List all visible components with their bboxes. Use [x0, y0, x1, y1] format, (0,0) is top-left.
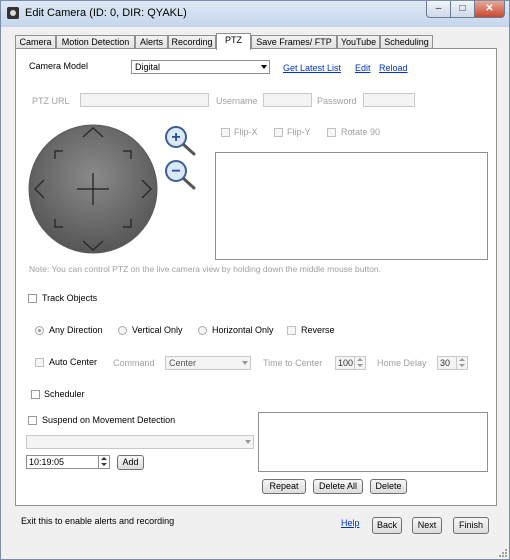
schedule-list[interactable] [258, 412, 488, 472]
repeat-button[interactable]: Repeat [262, 479, 306, 494]
delete-all-button[interactable]: Delete All [313, 479, 363, 494]
scheduler-label: Scheduler [44, 389, 85, 399]
ptz-preset-list[interactable] [215, 152, 488, 260]
tab-youtube[interactable]: YouTube [337, 35, 380, 49]
status-text: Exit this to enable alerts and recording [21, 516, 175, 526]
reverse-label: Reverse [301, 325, 335, 335]
command-select[interactable]: Center [165, 356, 251, 370]
schedule-select[interactable] [26, 435, 254, 449]
chevron-down-icon [245, 440, 251, 444]
title-bar: Edit Camera (ID: 0, DIR: QYAKL) – □ ✕ [1, 1, 509, 27]
tab-camera[interactable]: Camera [15, 35, 56, 49]
tab-motion-detection[interactable]: Motion Detection [56, 35, 135, 49]
window-title: Edit Camera (ID: 0, DIR: QYAKL) [25, 7, 187, 19]
time-value: 10:19:05 [29, 457, 65, 467]
edit-camera-window: Edit Camera (ID: 0, DIR: QYAKL) – □ ✕ Ca… [0, 0, 510, 560]
command-value: Center [169, 358, 197, 368]
maximize-button[interactable]: □ [450, 1, 475, 18]
finish-button[interactable]: Finish [453, 517, 489, 534]
camera-model-value: Digital [135, 62, 161, 72]
time-to-center-label: Time to Center [263, 358, 323, 368]
help-link[interactable]: Help [341, 518, 360, 528]
ptz-url-label: PTZ URL [32, 96, 70, 106]
edit-link[interactable]: Edit [355, 63, 371, 73]
tab-ptz[interactable]: PTZ [216, 33, 251, 50]
back-button[interactable]: Back [372, 517, 402, 534]
flip-y-label: Flip-Y [287, 127, 311, 137]
flip-x-checkbox[interactable] [221, 128, 230, 137]
time-picker[interactable]: 10:19:05 [26, 455, 110, 469]
ptz-note: Note: You can control PTZ on the live ca… [29, 264, 382, 274]
get-latest-list-link[interactable]: Get Latest List [283, 63, 341, 73]
horizontal-only-radio[interactable] [198, 326, 207, 335]
zoom-in-symbol: + [171, 129, 180, 146]
auto-center-checkbox[interactable] [35, 358, 44, 367]
rotate-90-checkbox[interactable] [327, 128, 336, 137]
minimize-button[interactable]: – [426, 1, 451, 18]
track-objects-label: Track Objects [42, 293, 98, 303]
flip-y-checkbox[interactable] [274, 128, 283, 137]
password-field[interactable] [363, 93, 415, 107]
time-to-center-value: 100 [338, 358, 354, 368]
zoom-out-symbol: − [171, 163, 180, 180]
zoom-out-icon[interactable]: − [164, 160, 198, 190]
stepper-arrows-icon[interactable] [354, 357, 365, 369]
suspend-on-movement-label: Suspend on Movement Detection [42, 415, 176, 425]
vertical-only-radio[interactable] [118, 326, 127, 335]
ptz-joystick[interactable] [27, 124, 159, 254]
username-label: Username [216, 96, 258, 106]
reload-link[interactable]: Reload [379, 63, 408, 73]
auto-center-label: Auto Center [49, 357, 98, 367]
time-to-center-stepper[interactable]: 100 [335, 356, 366, 370]
tab-alerts[interactable]: Alerts [135, 35, 168, 49]
password-label: Password [317, 96, 357, 106]
resize-grip-icon[interactable] [497, 547, 508, 558]
flip-x-label: Flip-X [234, 127, 258, 137]
command-label: Command [113, 358, 155, 368]
chevron-down-icon [242, 361, 248, 365]
suspend-on-movement-checkbox[interactable] [28, 416, 37, 425]
home-delay-stepper[interactable]: 30 [437, 356, 468, 370]
close-button[interactable]: ✕ [474, 1, 505, 18]
username-field[interactable] [263, 93, 312, 107]
ptz-url-field[interactable] [80, 93, 209, 107]
stepper-arrows-icon[interactable] [98, 456, 109, 468]
scheduler-checkbox[interactable] [31, 390, 40, 399]
tab-save-frames-ftp[interactable]: Save Frames/ FTP [251, 35, 337, 49]
rotate-90-label: Rotate 90 [341, 127, 381, 137]
horizontal-only-label: Horizontal Only [212, 325, 274, 335]
home-delay-label: Home Delay [377, 358, 427, 368]
ptz-panel: Camera Model Digital Get Latest List Edi… [15, 48, 497, 506]
tab-scheduling[interactable]: Scheduling [380, 35, 433, 49]
zoom-in-icon[interactable]: + [164, 126, 198, 156]
camera-model-label: Camera Model [29, 61, 89, 71]
reverse-checkbox[interactable] [287, 326, 296, 335]
next-button[interactable]: Next [412, 517, 442, 534]
stepper-arrows-icon[interactable] [456, 357, 467, 369]
chevron-down-icon [261, 65, 267, 69]
app-icon [7, 7, 19, 19]
add-button[interactable]: Add [117, 455, 144, 470]
tab-recording[interactable]: Recording [168, 35, 216, 49]
track-objects-checkbox[interactable] [28, 294, 37, 303]
vertical-only-label: Vertical Only [132, 325, 183, 335]
delete-button[interactable]: Delete [370, 479, 407, 494]
camera-model-select[interactable]: Digital [131, 60, 270, 74]
any-direction-radio[interactable] [35, 326, 44, 335]
home-delay-value: 30 [440, 358, 451, 368]
any-direction-label: Any Direction [49, 325, 103, 335]
